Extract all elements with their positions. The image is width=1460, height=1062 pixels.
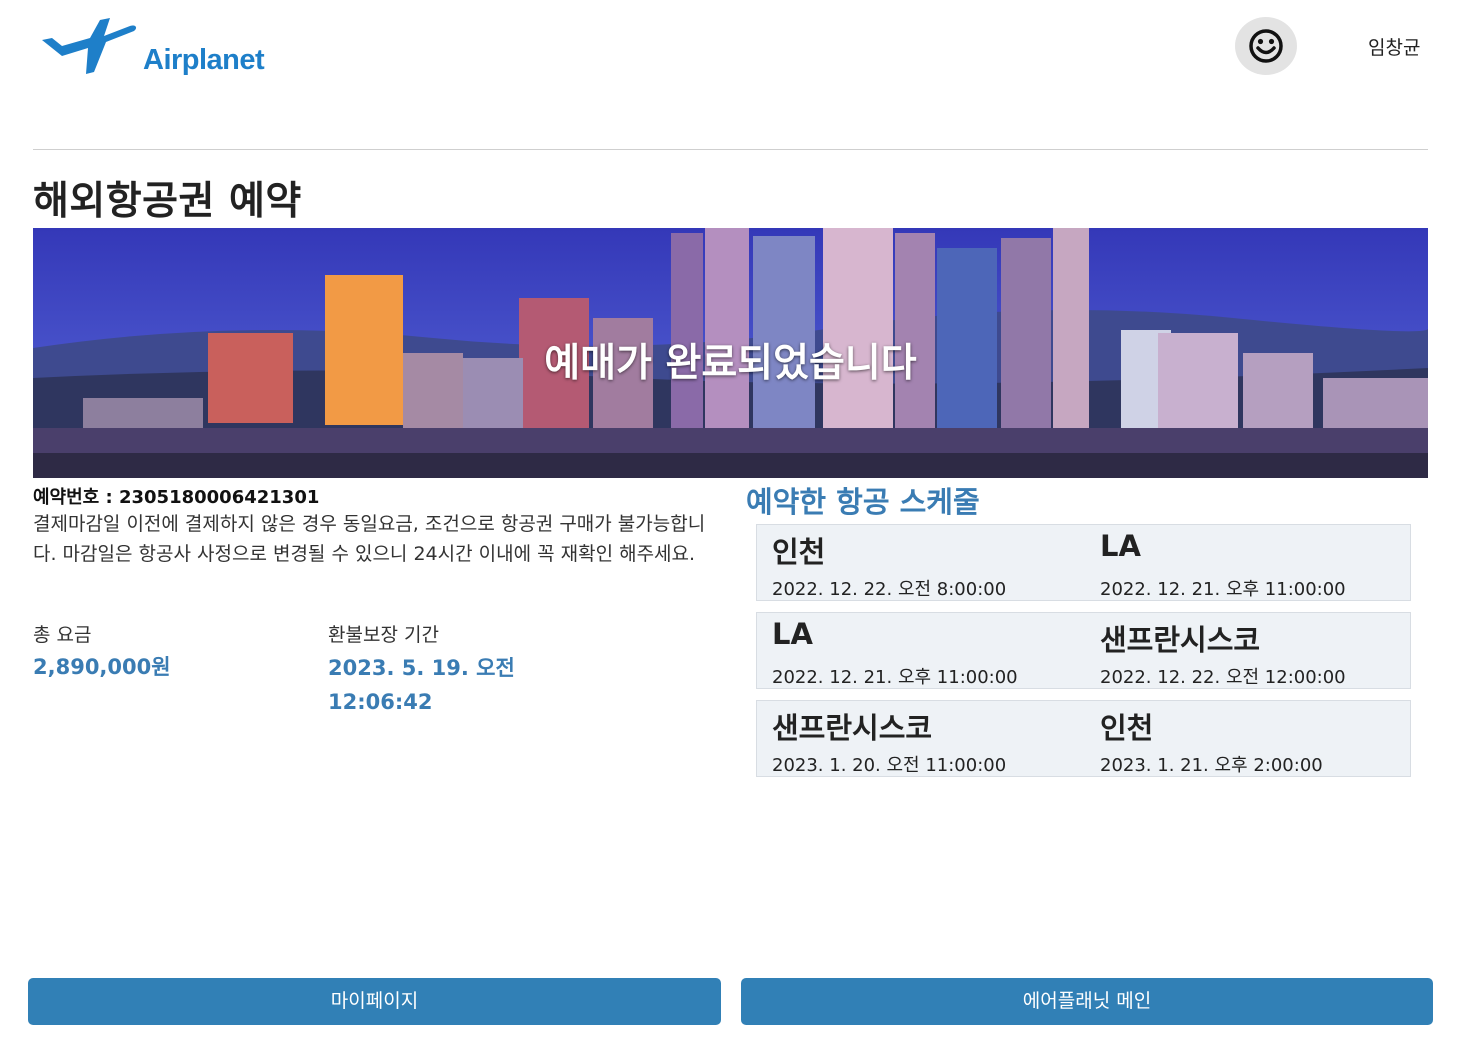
departure-city: LA: [772, 617, 813, 651]
arrival-time: 2022. 12. 21. 오후 11:00:00: [1100, 579, 1346, 600]
arrival-time: 2022. 12. 22. 오전 12:00:00: [1100, 667, 1346, 688]
total-fare-value: 2,890,000원: [33, 655, 171, 679]
departure-city: 인천: [772, 535, 826, 569]
arrival-city: 샌프란시스코: [1100, 623, 1261, 657]
total-fare-label: 총 요금: [33, 624, 92, 646]
departure-time: 2023. 1. 20. 오전 11:00:00: [772, 755, 1007, 776]
logo-text: Airplanet: [143, 44, 265, 76]
departure-city: 샌프란시스코: [772, 711, 933, 745]
payment-notice: 결제마감일 이전에 결제하지 않은 경우 동일요금, 조건으로 항공권 구매가 …: [33, 513, 706, 565]
arrival-city: 인천: [1100, 711, 1154, 745]
username[interactable]: 임창균: [1368, 33, 1420, 60]
mypage-button[interactable]: 마이페이지: [28, 978, 721, 1025]
refund-period-value: 2023. 5. 19. 오전 12:06:42: [328, 656, 515, 714]
flight-row: LA 2022. 12. 21. 오후 11:00:00 샌프란시스코 2022…: [756, 612, 1411, 689]
departure-time: 2022. 12. 21. 오후 11:00:00: [772, 667, 1018, 688]
airplane-icon: [42, 18, 137, 74]
completion-message: 예매가 완료되었습니다: [544, 341, 917, 386]
booking-number: 예약번호 : 2305180006421301: [33, 487, 320, 508]
airplanet-main-button[interactable]: 에어플래닛 메인: [741, 978, 1433, 1025]
header: Airplanet 임창균: [0, 0, 1460, 100]
flight-row: 샌프란시스코 2023. 1. 20. 오전 11:00:00 인천 2023.…: [756, 700, 1411, 777]
page-title: 해외항공권 예약: [33, 179, 302, 224]
departure-time: 2022. 12. 22. 오전 8:00:00: [772, 579, 1007, 600]
smiley-icon: [1249, 29, 1283, 63]
refund-period-label: 환불보장 기간: [328, 624, 439, 646]
arrival-city: LA: [1100, 529, 1141, 563]
arrival-time: 2023. 1. 21. 오후 2:00:00: [1100, 755, 1323, 776]
flight-row: 인천 2022. 12. 22. 오전 8:00:00 LA 2022. 12.…: [756, 524, 1411, 601]
schedule-title: 예약한 항공 스케줄: [746, 485, 980, 519]
divider: [33, 149, 1428, 150]
city-skyline-banner: 예매가 완료되었습니다: [33, 228, 1428, 478]
avatar[interactable]: [1235, 17, 1297, 75]
airplanet-logo[interactable]: Airplanet: [38, 12, 265, 76]
